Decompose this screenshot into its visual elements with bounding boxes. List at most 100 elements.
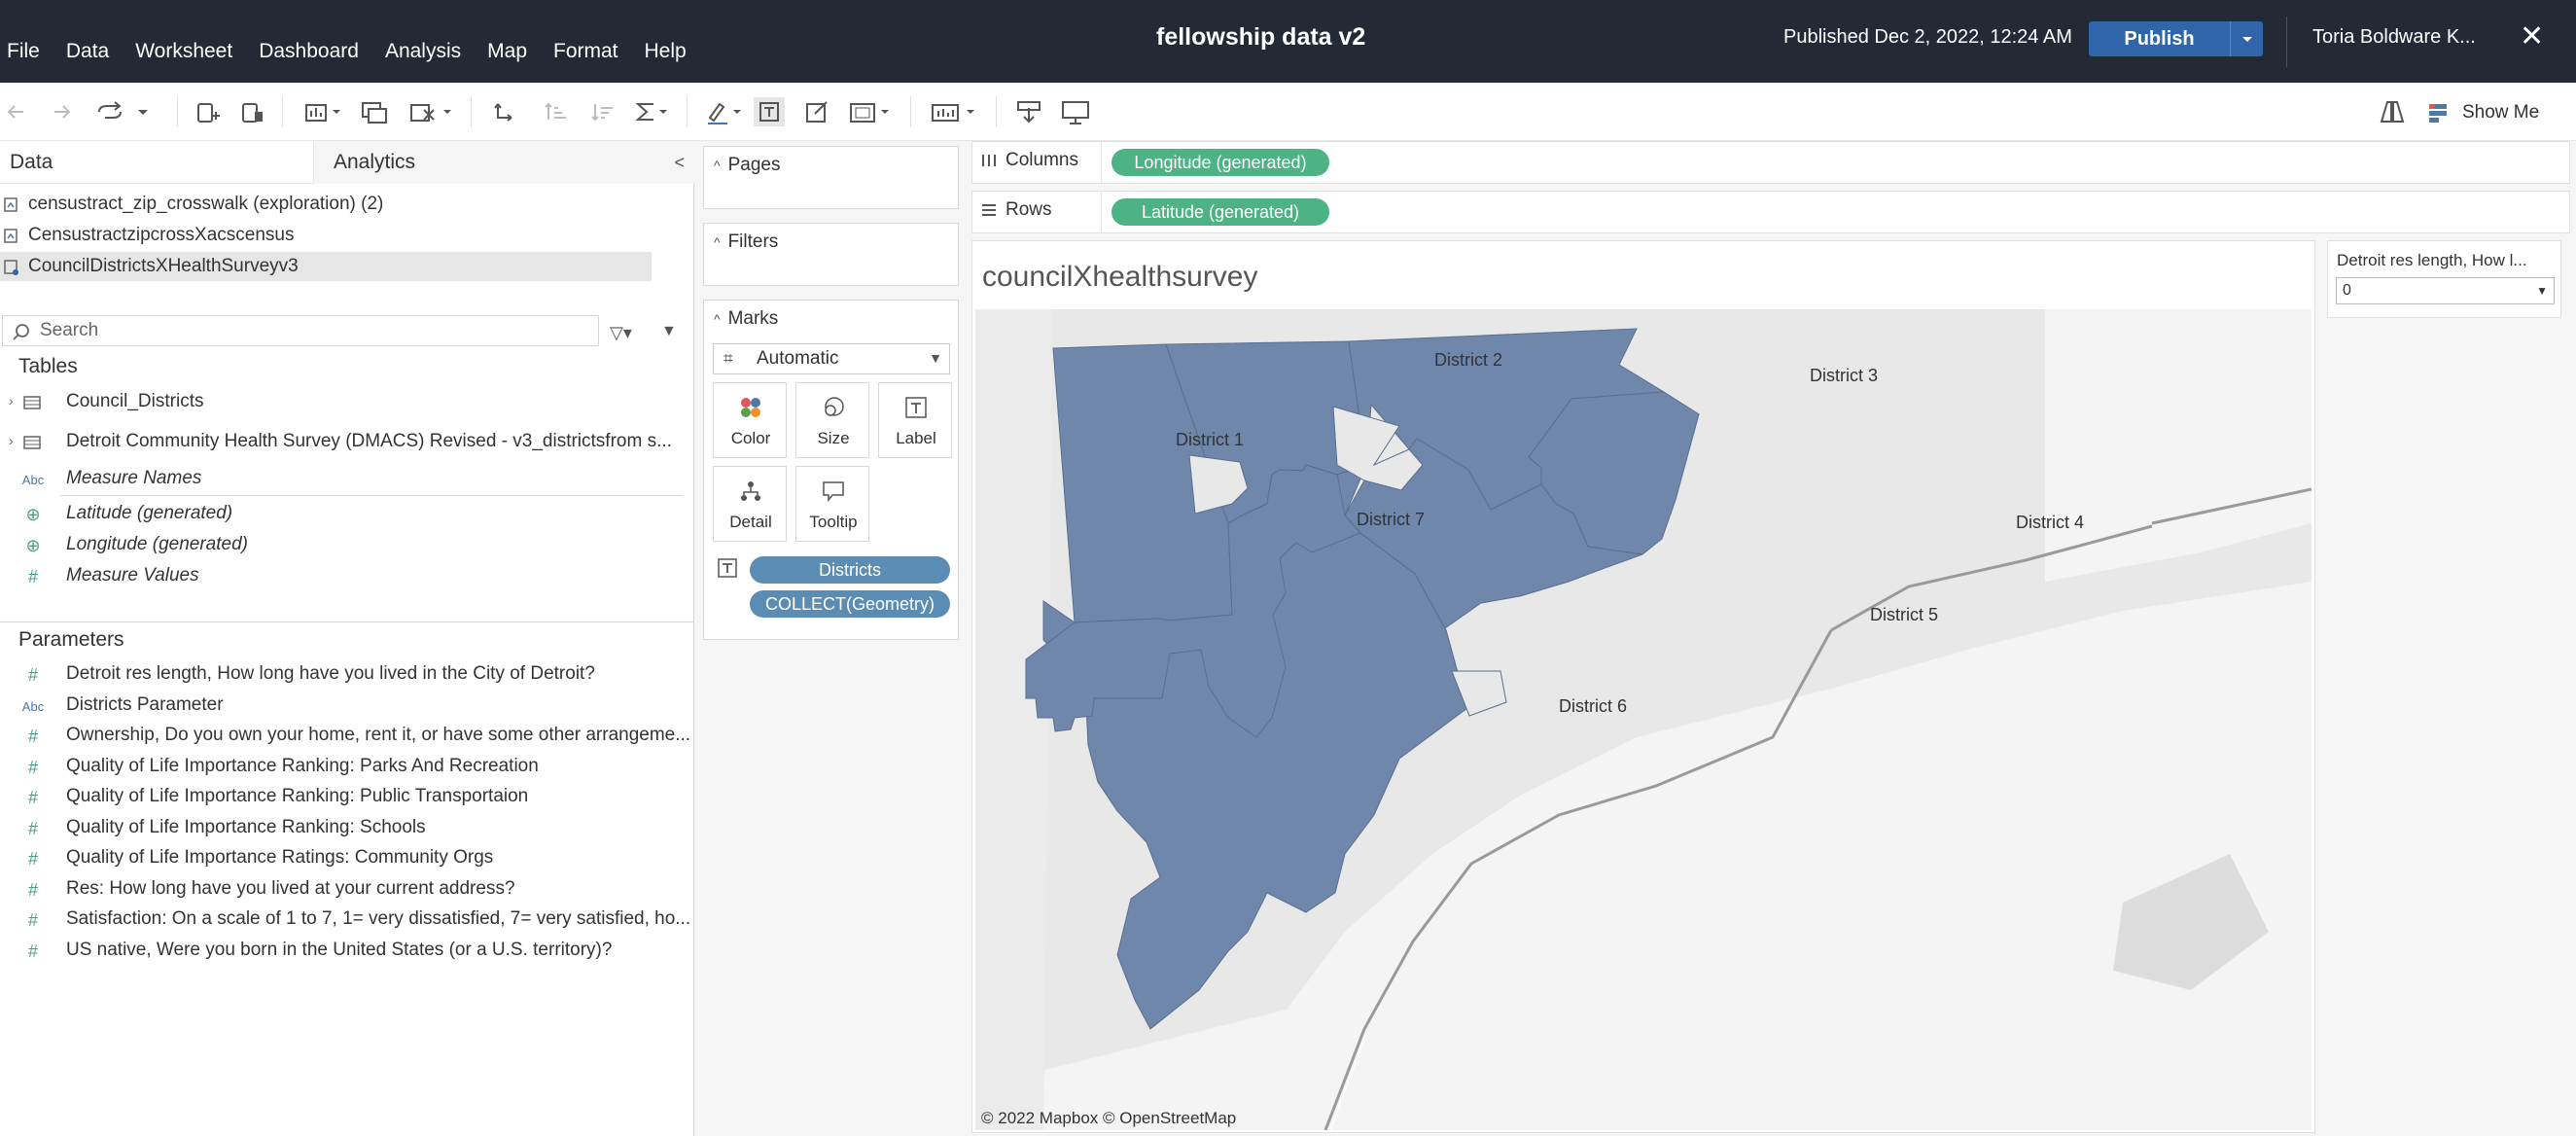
filter-icon[interactable]: ▽▾ [610, 323, 632, 343]
parameter-item[interactable]: # Quality of Life Importance Ratings: Com… [0, 846, 694, 875]
label-button[interactable]: Label [878, 382, 952, 458]
field-item[interactable]: # Measure Values [0, 564, 694, 593]
menu-file[interactable]: File [7, 40, 40, 63]
sort-descending-icon[interactable] [587, 96, 617, 127]
pages-card[interactable]: ^ Pages [703, 146, 959, 209]
parameter-item[interactable]: # US native, Were you born in the United … [0, 939, 694, 968]
expand-icon[interactable]: › [9, 433, 14, 448]
menu-dashboard[interactable]: Dashboard [259, 40, 359, 63]
detail-button[interactable]: Detail [713, 466, 787, 542]
parameter-item[interactable]: # Quality of Life Importance Ranking: Sch… [0, 816, 694, 845]
more-options-icon[interactable]: ▼ [661, 323, 677, 340]
latitude-pill[interactable]: Latitude (generated) [1112, 198, 1329, 226]
marks-heading: ^ Marks [714, 308, 778, 330]
redo-icon[interactable] [51, 96, 72, 127]
menu-help[interactable]: Help [645, 40, 687, 63]
district-map[interactable]: District 1 District 2 District 3 Distric… [975, 309, 2311, 1130]
pause-datasource-icon[interactable] [239, 96, 265, 127]
longitude-pill[interactable]: Longitude (generated) [1112, 149, 1329, 176]
menu-analysis[interactable]: Analysis [385, 40, 461, 63]
close-icon[interactable]: ✕ [2520, 19, 2544, 53]
parameter-item[interactable]: # Ownership, Do you own your home, rent i… [0, 724, 694, 753]
detail-icon [741, 481, 760, 501]
parameter-item[interactable]: # Quality of Life Importance Ranking: Pub… [0, 785, 694, 814]
menu-worksheet[interactable]: Worksheet [135, 40, 232, 63]
map-credit[interactable]: © 2022 Mapbox © OpenStreetMap [981, 1109, 1236, 1128]
menu-data[interactable]: Data [66, 40, 109, 63]
share-icon[interactable] [2377, 96, 2406, 127]
highlight-icon[interactable] [704, 96, 743, 127]
field-item[interactable]: Abc Measure Names [0, 467, 694, 496]
worksheet: councilXhealthsurvey District 1 District… [971, 240, 2315, 1133]
size-icon [825, 397, 844, 416]
sort-ascending-icon[interactable] [541, 96, 570, 127]
globe-icon: ⊕ [25, 536, 41, 555]
map-view[interactable]: District 1 District 2 District 3 Distric… [975, 309, 2311, 1130]
publish-label[interactable]: Publish [2089, 21, 2230, 56]
size-button[interactable]: Size [795, 382, 869, 458]
swap-rows-columns-icon[interactable] [492, 96, 521, 127]
duplicate-sheet-icon[interactable] [360, 96, 389, 127]
datasource-label: CouncilDistrictsXHealthSurveyv3 [28, 256, 299, 276]
rows-shelf[interactable]: Rows Latitude (generated) [971, 191, 2570, 233]
user-name[interactable]: Toria Boldware K... [2312, 26, 2476, 49]
columns-shelf[interactable]: Columns Longitude (generated) [971, 141, 2570, 184]
new-worksheet-icon[interactable] [303, 96, 342, 127]
chevron-down-icon: ▼ [929, 350, 942, 366]
chevron-up-icon[interactable]: ^ [714, 311, 721, 327]
data-pane: Data Analytics < censustract_zip_crosswa… [0, 141, 694, 1136]
chevron-up-icon[interactable]: ^ [714, 234, 721, 250]
land-area [975, 309, 1053, 1130]
label-icon [905, 397, 927, 418]
collect-geometry-pill[interactable]: COLLECT(Geometry) [750, 590, 950, 618]
expand-icon[interactable]: › [9, 393, 14, 408]
show-me-chart-icon[interactable] [930, 96, 978, 127]
tooltip-button[interactable]: Tooltip [795, 466, 869, 542]
parameter-label: Ownership, Do you own your home, rent it… [66, 725, 691, 745]
districts-pill[interactable]: Districts [750, 556, 950, 584]
mark-type-select[interactable]: ⌗ Automatic ▼ [713, 343, 950, 374]
totals-icon[interactable] [634, 96, 669, 127]
chevron-up-icon[interactable]: ^ [714, 158, 721, 173]
new-datasource-icon[interactable] [194, 96, 220, 127]
color-button[interactable]: Color [713, 382, 787, 458]
datasource-label: censustract_zip_crosswalk (exploration) … [28, 194, 384, 214]
rows-label: Rows [1006, 199, 1052, 220]
format-workbook-icon[interactable] [803, 96, 832, 127]
filters-card[interactable]: ^ Filters [703, 223, 959, 286]
field-item[interactable]: ⊕ Longitude (generated) [0, 533, 694, 562]
publish-button[interactable]: Publish [2089, 21, 2263, 56]
datasource-item[interactable]: CensustractzipcrossXacscensus [0, 221, 652, 250]
table-item[interactable]: › Detroit Community Health Survey (DMACS… [0, 430, 694, 459]
clear-sheet-icon[interactable] [408, 96, 453, 127]
show-me-button[interactable]: Show Me [2427, 101, 2539, 124]
tab-analytics[interactable]: Analytics < [313, 141, 694, 184]
datasource-item[interactable]: censustract_zip_crosswalk (exploration) … [0, 190, 652, 219]
parameter-item[interactable]: # Quality of Life Importance Ranking: Par… [0, 755, 694, 784]
parameter-item[interactable]: # Res: How long have you lived at your cu… [0, 877, 694, 906]
undo-icon[interactable] [6, 96, 27, 127]
parameter-item[interactable]: # Detroit res length, How long have you l… [0, 662, 694, 692]
show-mark-labels-icon[interactable] [753, 96, 786, 127]
canvas-area: Columns Longitude (generated) Rows Latit… [967, 141, 2576, 1136]
parameter-select[interactable]: 0 ▼ [2336, 277, 2555, 304]
search-input[interactable]: Search [2, 315, 599, 346]
download-icon[interactable] [1015, 96, 1044, 127]
datasource-item-selected[interactable]: CouncilDistrictsXHealthSurveyv3 [0, 252, 652, 281]
fit-icon[interactable] [848, 96, 893, 127]
replay-icon[interactable] [95, 96, 154, 127]
menu-map[interactable]: Map [487, 40, 527, 63]
table-item[interactable]: › Council_Districts [0, 390, 694, 419]
collapse-pane-icon[interactable]: < [674, 153, 685, 173]
parameter-item[interactable]: # Satisfaction: On a scale of 1 to 7, 1= … [0, 907, 694, 937]
datasource-label: CensustractzipcrossXacscensus [28, 225, 295, 245]
menu-format[interactable]: Format [553, 40, 618, 63]
tab-data[interactable]: Data [0, 141, 313, 184]
publish-dropdown[interactable] [2230, 21, 2263, 56]
field-item[interactable]: ⊕ Latitude (generated) [0, 502, 694, 531]
toolbar: Show Me [0, 83, 2576, 141]
columns-icon [982, 155, 996, 166]
parameter-item[interactable]: Abc Districts Parameter [0, 693, 694, 723]
presentation-icon[interactable] [1060, 96, 1093, 127]
pages-label: Pages [727, 155, 781, 175]
